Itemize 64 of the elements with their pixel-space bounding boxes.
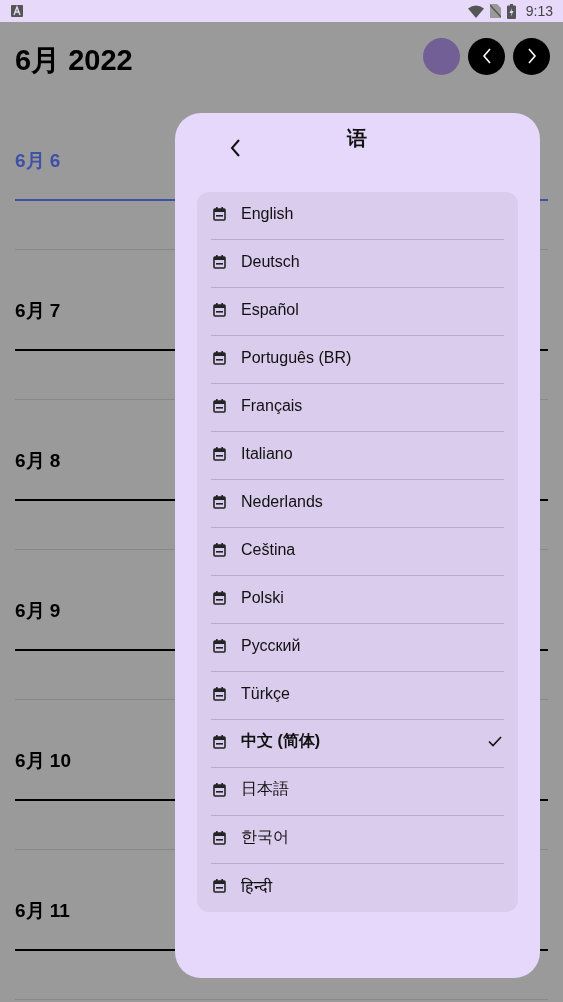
language-name: Español [241, 300, 300, 319]
language-name: 日本語 [241, 779, 290, 799]
language-name: Français [241, 396, 304, 415]
clock-time: 9:13 [525, 3, 553, 19]
calendar-icon [213, 734, 226, 749]
language-item[interactable]: Português (BR) [211, 336, 504, 384]
day-label: 6月 7 [15, 300, 61, 322]
calendar-icon [213, 446, 226, 461]
chevron-left-icon [481, 48, 492, 64]
day-label: 6月 8 [15, 450, 61, 472]
language-name: Türkçe [241, 684, 291, 703]
language-item[interactable]: 中文 (简体) [211, 720, 504, 768]
calendar-icon [213, 686, 226, 701]
chevron-right-icon [526, 48, 537, 64]
calendar-icon [213, 542, 226, 557]
language-name: Polski [241, 588, 285, 607]
language-name: Italiano [241, 444, 294, 463]
language-item[interactable]: Italiano [211, 432, 504, 480]
language-item[interactable]: Deutsch [211, 240, 504, 288]
language-name: Nederlands [241, 492, 324, 511]
calendar-icon [213, 206, 226, 221]
language-name: Русский [241, 636, 302, 655]
language-name: Ceština [241, 540, 297, 559]
day-label: 6月 11 [15, 900, 70, 922]
language-item[interactable]: English [211, 192, 504, 240]
day-label: 6月 6 [15, 150, 61, 172]
back-icon [229, 138, 241, 158]
calendar-icon [213, 879, 226, 893]
language-name: Deutsch [241, 252, 301, 271]
previous-button[interactable] [468, 37, 505, 75]
calendar-icon [213, 494, 226, 509]
language-name: English [241, 204, 295, 223]
dialog-title: 语 [347, 126, 367, 151]
language-item[interactable]: Polski [211, 576, 504, 624]
language-name: 한국어 [241, 827, 290, 847]
language-item[interactable]: 日本語 [211, 768, 504, 816]
language-item[interactable]: Русский [211, 624, 504, 672]
app-icon [11, 5, 23, 17]
calendar-icon [213, 398, 226, 413]
check-icon [488, 736, 502, 747]
no-sim-icon [489, 4, 501, 18]
month-title: 6月 2022 [15, 43, 133, 78]
calendar-icon [213, 638, 226, 653]
calendar-icon [213, 350, 226, 365]
language-item[interactable]: 한국어 [211, 816, 504, 864]
language-item[interactable]: Français [211, 384, 504, 432]
calendar-icon [213, 302, 226, 317]
language-name: 中文 (简体) [241, 731, 322, 751]
day-label: 6月 10 [15, 750, 71, 772]
language-item[interactable]: Español [211, 288, 504, 336]
language-item[interactable]: Ceština [211, 528, 504, 576]
day-label: 6月 9 [15, 600, 61, 622]
calendar-icon [213, 782, 226, 797]
calendar-icon [213, 254, 226, 269]
battery-icon [506, 3, 516, 19]
language-name: हिन्दी [241, 876, 274, 897]
wifi-icon [467, 4, 484, 18]
next-button[interactable] [513, 37, 550, 75]
calendar-icon [213, 830, 226, 845]
language-item[interactable]: Türkçe [211, 672, 504, 720]
language-name: Português (BR) [241, 348, 353, 367]
language-item[interactable]: Nederlands [211, 480, 504, 528]
language-item[interactable]: हिन्दी [211, 864, 504, 912]
calendar-icon [213, 590, 226, 605]
